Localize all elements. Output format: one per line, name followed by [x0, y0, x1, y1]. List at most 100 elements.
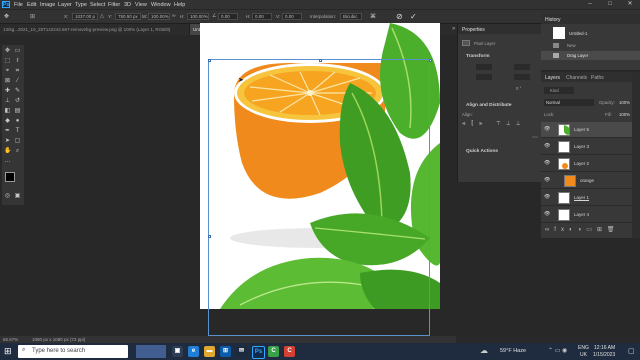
layer-actions-icon[interactable]: ∞fx◐◑▭⊞🗑 [545, 226, 620, 233]
tabs-overflow-icon[interactable]: » [452, 26, 455, 32]
menu-image[interactable]: Image [40, 2, 55, 8]
align-distribute-title[interactable]: Align and Distribute [466, 103, 512, 108]
dodge-tool-icon[interactable]: ● [14, 118, 21, 125]
transform-handle-top-center[interactable] [318, 58, 322, 62]
transform-x-field[interactable] [514, 64, 530, 70]
layer-name[interactable]: Layer 1 [574, 195, 589, 200]
chrome-red-icon[interactable]: C [284, 346, 295, 357]
region-code[interactable]: UK [580, 352, 587, 358]
layer-row-layer-4[interactable]: 👁 Layer 4 [541, 207, 633, 223]
zoom-level[interactable]: 66.67% [3, 336, 18, 343]
transform-w-field[interactable] [476, 64, 492, 70]
visibility-eye-icon[interactable]: 👁 [544, 178, 550, 183]
transform-handle-top-right[interactable] [429, 58, 432, 62]
rectangle-tool-icon[interactable]: ▢ [14, 138, 21, 145]
visibility-eye-icon[interactable]: 👁 [544, 161, 550, 166]
marquee-tool-icon[interactable]: ⬚ [4, 58, 11, 65]
transform-bounding-box[interactable] [207, 58, 432, 336]
link-icon[interactable]: ∞ [172, 13, 176, 19]
object-select-tool-icon[interactable]: ⌖ [4, 68, 11, 75]
menu-type[interactable]: Type [75, 2, 87, 8]
maximize-icon[interactable]: □ [600, 0, 620, 9]
angle-field[interactable]: 0.00 [218, 13, 238, 20]
blur-tool-icon[interactable]: ◆ [4, 118, 11, 125]
menu-filter[interactable]: Filter [108, 2, 120, 8]
tab-layers[interactable]: Layers [545, 75, 560, 81]
gradient-tool-icon[interactable]: ▤ [14, 108, 21, 115]
layer-name[interactable]: Layer 5 [574, 127, 589, 132]
move-tool-icon[interactable]: ✥ [4, 13, 12, 20]
healing-brush-icon[interactable]: ✚ [4, 88, 11, 95]
visibility-eye-icon[interactable]: 👁 [544, 127, 550, 132]
lasso-tool-icon[interactable]: ℓ [14, 58, 21, 65]
file-explorer-icon[interactable]: ▬ [204, 346, 215, 357]
clock-time[interactable]: 12:16 AM [594, 345, 615, 351]
visibility-eye-icon[interactable]: 👁 [544, 212, 550, 217]
history-item-new[interactable]: New [567, 43, 576, 48]
layer-name[interactable]: Layer 2 [574, 161, 589, 166]
transform-angle[interactable]: 0 ° [516, 86, 521, 91]
width-field[interactable]: 100.00% [148, 13, 170, 20]
layer-row-layer-3[interactable]: 👁 Layer 3 [541, 139, 633, 155]
visibility-eye-icon[interactable]: 👁 [544, 144, 550, 149]
more-tools-icon[interactable]: … [4, 158, 11, 165]
v-skew-field[interactable]: 0.00 [282, 13, 302, 20]
zoom-tool-icon[interactable]: ⌕ [14, 148, 21, 155]
language-code[interactable]: ENG [578, 345, 589, 351]
transform-y-field[interactable] [514, 74, 530, 80]
menu-window[interactable]: Window [151, 2, 171, 8]
tab-channels[interactable]: Channels [566, 75, 587, 81]
menu-3d[interactable]: 3D [124, 2, 131, 8]
foreground-color-swatch[interactable] [5, 172, 15, 182]
menu-view[interactable]: View [135, 2, 147, 8]
tab-properties[interactable]: Properties [462, 27, 485, 33]
commit-transform-icon[interactable]: ✓ [410, 12, 417, 21]
h-skew-field[interactable]: 0.00 [252, 13, 272, 20]
screen-mode-icon[interactable]: ▣ [14, 193, 21, 200]
frame-tool-icon[interactable]: ⊠ [4, 78, 11, 85]
reference-point-icon[interactable]: ⊞ [30, 13, 38, 20]
height-field[interactable]: 100.00% [187, 13, 209, 20]
eyedropper-tool-icon[interactable]: ⁄ [14, 78, 21, 85]
layer-row-layer-5[interactable]: 👁 Layer 5 [541, 122, 633, 138]
align-buttons-icon[interactable]: ⫷⫿⫸ ⊤⊥⊥ [462, 121, 526, 128]
transform-title[interactable]: Transform [466, 54, 489, 59]
layer-name[interactable]: Layer 4 [574, 212, 589, 217]
menu-file[interactable]: File [14, 2, 23, 8]
history-brush-icon[interactable]: ↺ [14, 98, 21, 105]
minimize-icon[interactable]: – [580, 0, 600, 9]
transform-handle-middle-left[interactable] [207, 235, 211, 238]
menu-edit[interactable]: Edit [27, 2, 36, 8]
layer-row-orange[interactable]: 👁 orange [541, 173, 633, 189]
menu-select[interactable]: Select [90, 2, 105, 8]
eraser-tool-icon[interactable]: ◧ [4, 108, 11, 115]
interpolation-select[interactable]: Bicubic [340, 13, 362, 20]
visibility-eye-icon[interactable]: 👁 [544, 195, 550, 200]
crop-tool-icon[interactable]: ⌗ [14, 68, 21, 75]
cancel-transform-icon[interactable]: ⊘ [396, 12, 403, 21]
move-tool-icon[interactable]: ✥ [4, 48, 11, 55]
x-position-field[interactable]: 1037.00 p [72, 13, 98, 20]
type-tool-icon[interactable]: T [14, 128, 21, 135]
quick-actions-title[interactable]: Quick Actions [466, 149, 498, 154]
transform-handle-top-left[interactable] [207, 58, 211, 62]
clock-date[interactable]: 1/15/2023 [593, 352, 615, 358]
opacity-value[interactable]: 100% [619, 100, 630, 105]
layer-name[interactable]: orange [580, 178, 594, 183]
brush-tool-icon[interactable]: ✎ [14, 88, 21, 95]
mail-icon[interactable]: ✉ [236, 346, 247, 357]
history-snapshot-label[interactable]: Untitled-1 [569, 31, 587, 36]
menu-layer[interactable]: Layer [58, 2, 72, 8]
document-info[interactable]: 1080 px x 1080 px (72 ppi) [32, 336, 85, 343]
hand-tool-icon[interactable]: ✋ [4, 148, 11, 155]
transform-h-field[interactable] [476, 74, 492, 80]
tray-icons[interactable]: ⌃ ▭ ◉ [548, 347, 567, 354]
more-options-icon[interactable]: ⋯ [532, 134, 538, 141]
layer-name[interactable]: Layer 3 [574, 144, 589, 149]
task-view-icon[interactable]: ▣ [172, 346, 183, 357]
tab-removebg-preview[interactable]: 13rkg...2021_10_28T142242.667-removebg-p… [0, 24, 190, 35]
notifications-icon[interactable]: ▢ [628, 347, 635, 355]
fill-value[interactable]: 100% [619, 112, 630, 117]
store-icon[interactable]: ⊞ [220, 346, 231, 357]
layer-row-layer-1[interactable]: 👁 Layer 1 [541, 190, 633, 206]
